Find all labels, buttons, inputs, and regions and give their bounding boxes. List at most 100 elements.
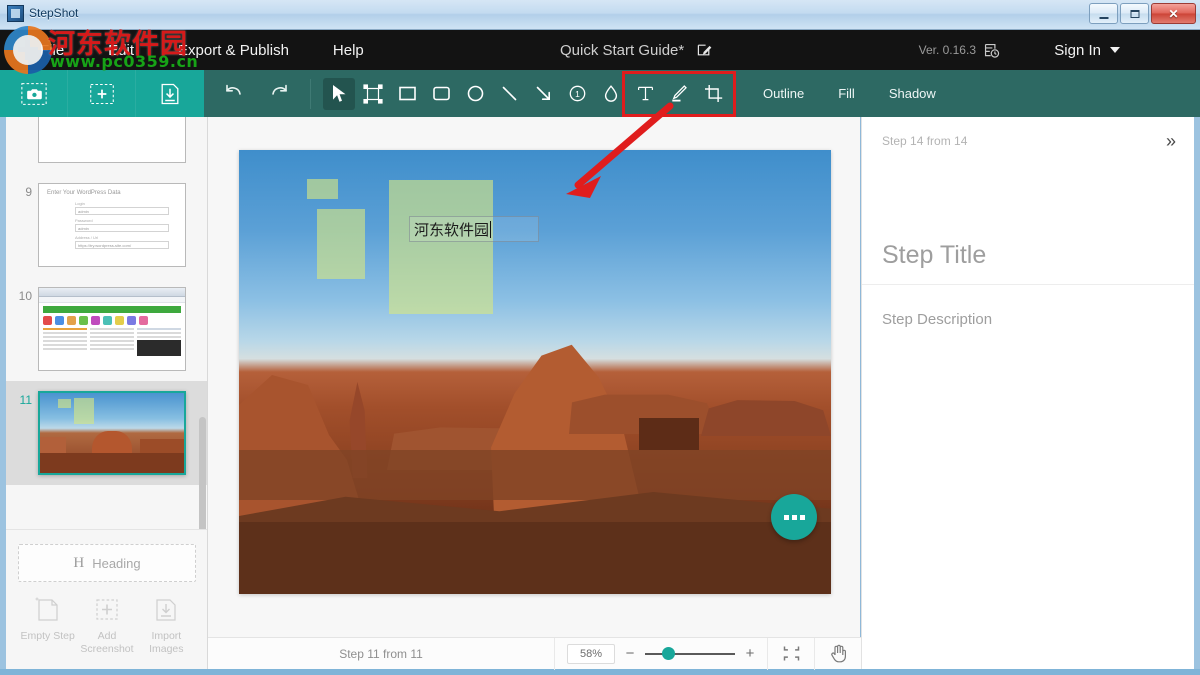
fit-to-screen-icon: [783, 645, 800, 662]
select-tool[interactable]: [323, 78, 355, 110]
thumbnail-preview[interactable]: [38, 117, 186, 163]
status-bar: Step 11 from 11 58% − +: [208, 637, 861, 669]
panel-step-count: Step 14 from 14: [882, 134, 967, 148]
hand-pan-icon: [830, 644, 847, 663]
thumb-mock-value: https://try.wordpress-site.com/: [75, 241, 169, 249]
thumb-mock-label: Address / Url: [75, 235, 177, 240]
version-group: Ver. 0.16.3: [919, 30, 1000, 70]
shadow-property[interactable]: Shadow: [889, 86, 936, 101]
panel-header: Step 14 from 14 »: [862, 117, 1194, 165]
fill-property[interactable]: Fill: [838, 86, 855, 101]
toolbar-divider: [310, 79, 311, 109]
more-options-icon: [784, 515, 789, 520]
list-item-selected[interactable]: 11: [6, 381, 208, 485]
edit-pencil-icon[interactable]: [696, 42, 712, 58]
rounded-rectangle-tool[interactable]: [425, 78, 457, 110]
stepshot-window: StepShot ✕ File Edit Export & Publish He…: [0, 0, 1200, 675]
svg-text:1: 1: [575, 89, 580, 99]
capture-screen-button[interactable]: [0, 70, 68, 117]
menu-help[interactable]: Help: [311, 30, 386, 70]
zoom-level-input[interactable]: 58%: [567, 644, 615, 664]
text-annotation-box[interactable]: 河东软件园: [409, 216, 539, 242]
annotation-tools: 1: [317, 70, 729, 117]
more-options-button[interactable]: [771, 494, 817, 540]
outline-property[interactable]: Outline: [763, 86, 804, 101]
import-images-icon: [149, 594, 183, 626]
redo-button[interactable]: [264, 78, 294, 110]
heading-icon: H: [73, 555, 84, 572]
window-title: StepShot: [29, 6, 78, 20]
minimize-button[interactable]: [1089, 3, 1118, 24]
zoom-controls: 58% − +: [555, 638, 767, 670]
empty-step-label: Empty Step: [21, 630, 75, 643]
add-heading-button[interactable]: H Heading: [18, 544, 196, 582]
step-title-field[interactable]: Step Title: [862, 165, 1194, 285]
thumb-mock-value: admin: [75, 224, 169, 232]
line-tool[interactable]: [493, 78, 525, 110]
menu-item-list: File Edit Export & Publish Help: [18, 30, 386, 70]
step-number-tool[interactable]: 1: [561, 78, 593, 110]
version-history-icon[interactable]: [983, 42, 1000, 59]
highlight-rectangle-medium[interactable]: [317, 209, 365, 279]
empty-step-icon: [31, 594, 65, 626]
thumbnail-number: 9: [6, 183, 32, 199]
stepshot-icon: [7, 5, 24, 22]
highlight-rectangle-small[interactable]: [307, 179, 338, 199]
highlight-rectangle-large[interactable]: [389, 180, 493, 314]
add-screenshot-icon: [90, 594, 124, 626]
arrow-tool[interactable]: [527, 78, 559, 110]
canvas-area[interactable]: 河东软件园: [208, 117, 860, 637]
rectangle-tool[interactable]: [391, 78, 423, 110]
pan-tool-button[interactable]: [814, 638, 861, 670]
import-file-button[interactable]: [136, 70, 204, 117]
sign-in-label: Sign In: [1054, 42, 1101, 59]
ellipse-tool[interactable]: [459, 78, 491, 110]
tool-bar: 1: [0, 70, 1200, 117]
menu-export-publish[interactable]: Export & Publish: [156, 30, 311, 70]
thumbnail-preview[interactable]: [38, 391, 186, 475]
zoom-slider-thumb[interactable]: [662, 647, 675, 660]
thumb-mock-value: admin: [75, 207, 169, 215]
menu-edit[interactable]: Edit: [86, 30, 156, 70]
steps-sidebar[interactable]: 8 9 Enter Your WordPress Data Login admi…: [6, 117, 208, 669]
blur-tool[interactable]: [595, 78, 627, 110]
sign-in-button[interactable]: Sign In: [1054, 30, 1120, 70]
crop-tool[interactable]: [697, 78, 729, 110]
step-description-field[interactable]: Step Description: [862, 285, 1194, 329]
zoom-out-button[interactable]: −: [625, 645, 635, 662]
step-details-panel: Step 14 from 14 » Step Title Step Descri…: [861, 117, 1194, 669]
marker-tool[interactable]: [663, 78, 695, 110]
step-image-canvas[interactable]: 河东软件园: [239, 150, 831, 594]
list-item[interactable]: 10: [6, 277, 208, 381]
menu-bar: File Edit Export & Publish Help Quick St…: [0, 30, 1200, 70]
transform-tool[interactable]: [357, 78, 389, 110]
collapse-panel-button[interactable]: »: [1166, 132, 1176, 150]
version-label: Ver. 0.16.3: [919, 43, 976, 57]
menu-file[interactable]: File: [18, 30, 86, 70]
zoom-slider[interactable]: [645, 648, 735, 660]
import-images-label: Import Images: [137, 630, 196, 655]
thumbnail-preview[interactable]: [38, 287, 186, 371]
capture-button-group: [0, 70, 204, 117]
import-images-button[interactable]: Import Images: [137, 594, 196, 655]
thumbnail-preview[interactable]: Enter Your WordPress Data Login admin Pa…: [38, 183, 186, 267]
shape-properties: Outline Fill Shadow: [729, 70, 936, 117]
close-button[interactable]: ✕: [1151, 3, 1196, 24]
text-annotation-value: 河东软件园: [414, 219, 489, 240]
zoom-in-button[interactable]: +: [745, 645, 755, 662]
add-action-group: Empty Step Add Screenshot: [18, 594, 196, 655]
thumb-mock-title: Enter Your WordPress Data: [47, 190, 177, 196]
text-tool[interactable]: [629, 78, 661, 110]
list-item[interactable]: 9 Enter Your WordPress Data Login admin …: [6, 173, 208, 277]
fit-to-screen-button[interactable]: [767, 638, 814, 670]
maximize-button[interactable]: [1120, 3, 1149, 24]
thumb-mock-label: Login: [75, 201, 177, 206]
window-controls: ✕: [1089, 3, 1196, 24]
list-item[interactable]: 8: [6, 117, 208, 173]
add-screenshot-button[interactable]: Add Screenshot: [77, 594, 136, 655]
capture-region-button[interactable]: [68, 70, 136, 117]
undo-button[interactable]: [218, 78, 248, 110]
window-border-right: [1194, 30, 1200, 675]
empty-step-button[interactable]: Empty Step: [18, 594, 77, 655]
add-screenshot-label: Add Screenshot: [77, 630, 136, 655]
